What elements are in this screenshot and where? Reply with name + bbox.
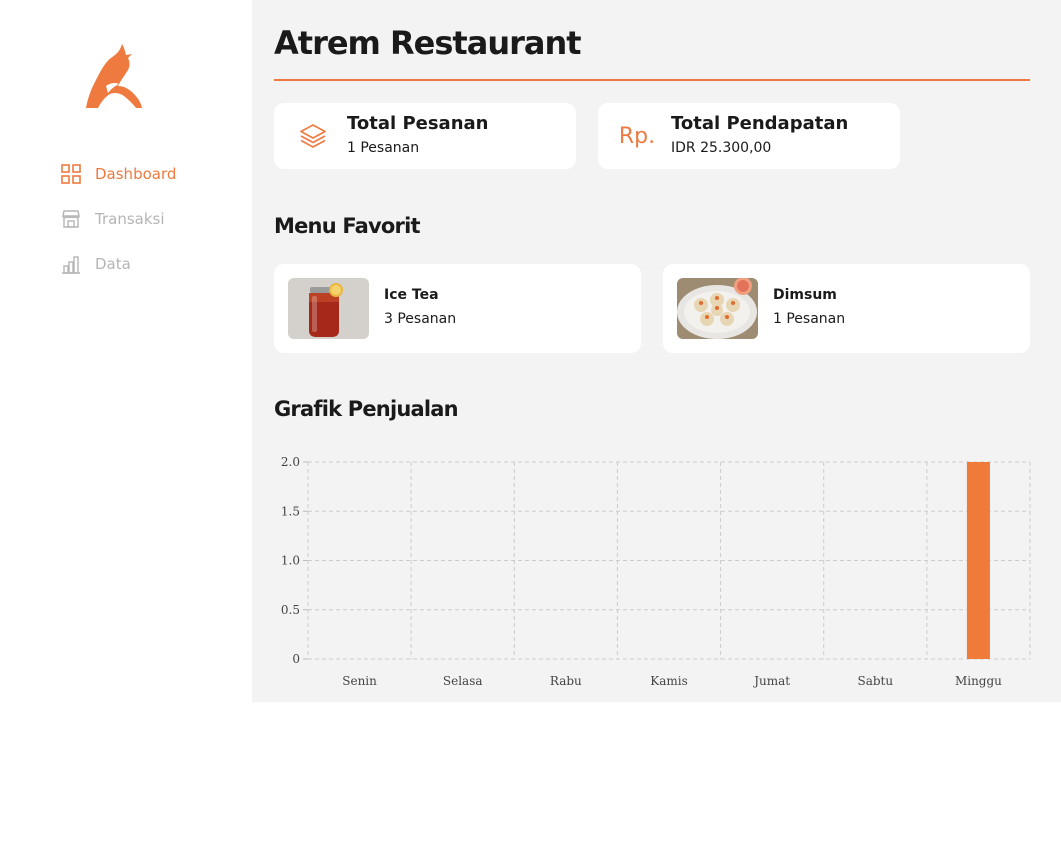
bull-logo-icon[interactable] xyxy=(84,42,144,110)
stat-title: Total Pesanan xyxy=(347,113,489,134)
layers-icon xyxy=(298,121,328,151)
menu-item-count: 1 Pesanan xyxy=(773,311,846,327)
y-tick-label: 0.5 xyxy=(281,603,300,617)
y-tick-label: 0 xyxy=(292,652,300,666)
sales-bar-chart: 0 0.5 1.0 1.5 2.0 Senin Selasa Rabu Kamis Jumat Sa… xyxy=(281,455,1031,688)
title-divider xyxy=(274,79,1030,81)
stat-title: Total Pendapatan xyxy=(671,113,849,134)
sidebar-item-label: Data xyxy=(95,255,131,273)
bar xyxy=(966,462,990,659)
stat-value: IDR 25.300,00 xyxy=(671,140,772,156)
x-tick-label: Rabu xyxy=(550,674,582,688)
stat-card-total-pesanan: Total Pesanan 1 Pesanan xyxy=(274,103,576,169)
menu-item-name: Dimsum xyxy=(773,287,837,303)
section-title-menu-favorit: Menu Favorit xyxy=(274,214,421,238)
menu-item-name: Ice Tea xyxy=(384,287,439,303)
x-tick-label: Senin xyxy=(342,674,377,688)
rupiah-icon: Rp. xyxy=(618,123,656,149)
favorite-card-ice-tea[interactable]: Ice Tea 3 Pesanan xyxy=(274,264,641,353)
y-tick-label: 1.5 xyxy=(281,504,300,518)
sidebar-item-dashboard[interactable]: Dashboard xyxy=(60,162,176,186)
y-tick-label: 1.0 xyxy=(281,554,300,568)
menu-item-count: 3 Pesanan xyxy=(384,311,457,327)
x-tick-label: Jumat xyxy=(752,674,790,688)
stat-card-total-pendapatan: Rp. Total Pendapatan IDR 25.300,00 xyxy=(598,103,900,169)
sidebar-item-label: Transaksi xyxy=(95,210,165,228)
stat-value: 1 Pesanan xyxy=(347,140,420,156)
favorite-card-dimsum[interactable]: Dimsum 1 Pesanan xyxy=(663,264,1030,353)
sidebar-item-label: Dashboard xyxy=(95,165,177,183)
x-tick-label: Selasa xyxy=(443,674,483,688)
grid-icon xyxy=(60,163,82,185)
y-tick-label: 2.0 xyxy=(281,455,300,469)
sidebar-item-data[interactable]: Data xyxy=(60,252,176,276)
store-icon xyxy=(60,208,82,230)
main-content: Atrem Restaurant Total Pesanan 1 Pesanan… xyxy=(252,0,1061,702)
sidebar: Dashboard Transaksi Data xyxy=(0,0,252,702)
x-tick-label: Minggu xyxy=(955,674,1002,688)
x-tick-label: Sabtu xyxy=(857,674,893,688)
dimsum-photo xyxy=(677,278,758,339)
section-title-grafik-penjualan: Grafik Penjualan xyxy=(274,397,459,421)
ice-tea-photo xyxy=(288,278,369,339)
bar-chart-icon xyxy=(60,253,82,275)
page-title: Atrem Restaurant xyxy=(274,24,582,62)
sidebar-nav: Dashboard Transaksi Data xyxy=(60,162,176,297)
sidebar-item-transaksi[interactable]: Transaksi xyxy=(60,207,176,231)
x-tick-label: Kamis xyxy=(650,674,688,688)
